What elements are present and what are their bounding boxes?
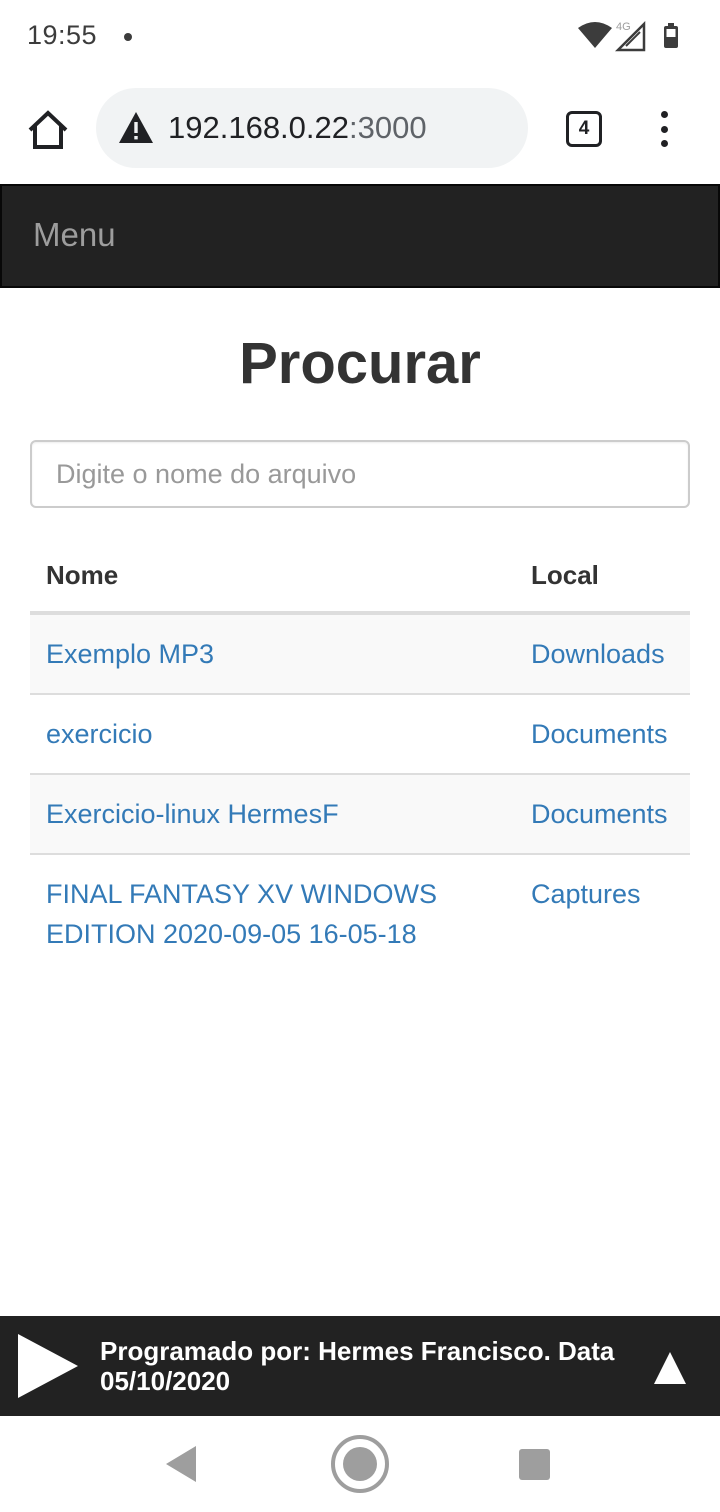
menu-toggle[interactable]: Menu	[33, 216, 116, 254]
back-icon[interactable]	[164, 1444, 200, 1484]
file-location-link[interactable]: Captures	[515, 853, 690, 973]
url-host: 192.168.0.22	[168, 110, 350, 145]
search-input[interactable]	[30, 440, 690, 508]
files-table: Nome Local Exemplo MP3 Downloads exercic…	[30, 538, 690, 973]
footer-credits: Programado por: Hermes Francisco. Data 0…	[100, 1336, 615, 1396]
home-nav-icon[interactable]	[330, 1434, 390, 1494]
column-header-local: Local	[515, 538, 690, 615]
home-button[interactable]	[22, 104, 74, 156]
screen: 19:55 4G 192.168.0.22:3000 4 Menu Procur…	[0, 0, 720, 1512]
tab-switcher-button[interactable]: 4	[566, 111, 602, 147]
table-header-row: Nome Local	[30, 538, 690, 615]
file-location-link[interactable]: Documents	[515, 693, 690, 774]
status-time: 19:55	[27, 20, 98, 50]
network-type-label: 4G	[616, 21, 631, 33]
url-text: 192.168.0.22:3000	[168, 110, 427, 146]
url-bar[interactable]: 192.168.0.22:3000	[96, 88, 528, 168]
status-bar: 19:55 4G	[0, 0, 720, 74]
status-icons: 4G	[578, 20, 678, 52]
home-icon	[28, 110, 68, 149]
browser-toolbar: 192.168.0.22:3000 4	[0, 74, 720, 184]
battery-icon	[664, 23, 678, 48]
more-vert-icon[interactable]	[650, 107, 678, 151]
column-header-nome: Nome	[30, 538, 515, 615]
android-nav-bar	[0, 1416, 720, 1512]
file-name-link[interactable]: exercicio	[30, 693, 515, 774]
recents-icon[interactable]	[519, 1449, 550, 1480]
file-name-link[interactable]: Exercicio-linux HermesF	[30, 773, 515, 854]
table-row: Exemplo MP3 Downloads	[30, 613, 690, 694]
file-location-link[interactable]: Downloads	[515, 613, 690, 694]
table-row: exercicio Documents	[30, 693, 690, 774]
table-row: Exercicio-linux HermesF Documents	[30, 773, 690, 854]
page-title: Procurar	[239, 331, 481, 396]
play-icon[interactable]	[16, 1334, 80, 1398]
url-port: :3000	[349, 110, 427, 145]
notification-dot-icon	[124, 33, 132, 41]
file-location-link[interactable]: Documents	[515, 773, 690, 854]
tab-count: 4	[578, 118, 590, 139]
page-navbar: Menu	[0, 184, 720, 288]
warning-icon[interactable]	[118, 110, 154, 146]
arrow-up-icon[interactable]	[652, 1350, 688, 1386]
file-name-link[interactable]: FINAL FANTASY XV WINDOWS EDITION 2020-09…	[30, 853, 515, 973]
table-row: FINAL FANTASY XV WINDOWS EDITION 2020-09…	[30, 853, 690, 973]
wifi-icon	[578, 22, 612, 48]
footer-bar: Programado por: Hermes Francisco. Data 0…	[0, 1316, 720, 1416]
file-name-link[interactable]: Exemplo MP3	[30, 613, 515, 694]
